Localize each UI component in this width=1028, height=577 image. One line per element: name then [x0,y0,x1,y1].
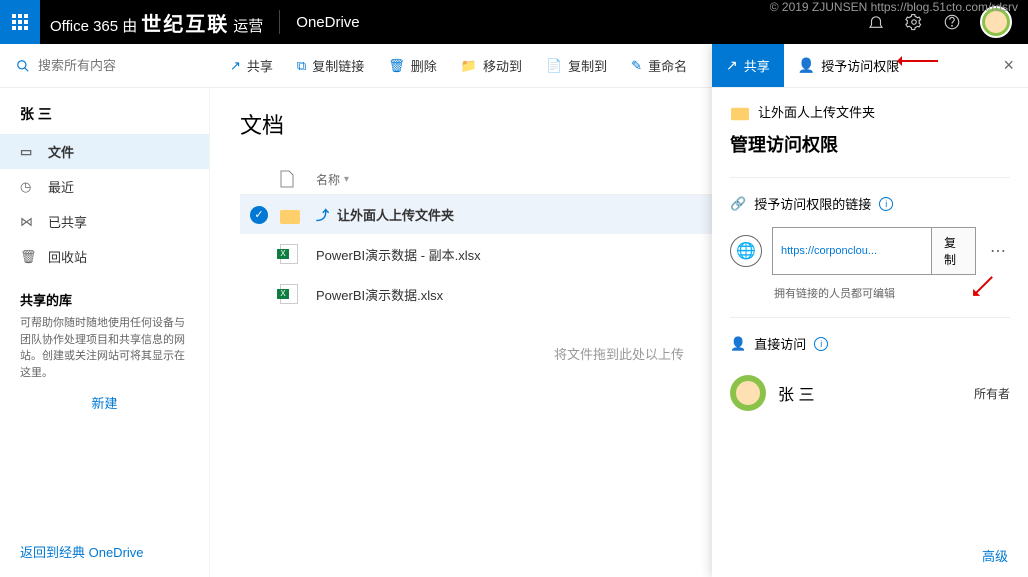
section-direct-access: 👤 直接访问 i 张 三 所有者 [730,317,1010,435]
folder-icon [280,210,300,224]
rename-button[interactable]: ✎ 重命名 [621,50,697,81]
folder-outline-icon: ▭ [20,144,36,160]
nav-shared[interactable]: ⋈ 已共享 [0,204,209,239]
section-links: 🔗 授予访问权限的链接 i 🌐 复制 ⋯ 拥有链接的人员都可编辑 [730,177,1010,317]
row-name: PowerBI演示数据 - 副本.xlsx [316,245,778,264]
nav-files[interactable]: ▭ 文件 [0,134,209,169]
delete-button[interactable]: 🗑 删除 [378,50,447,81]
person-icon: 👤 [730,336,746,352]
brand-area: Office 365 由 世纪互联 运营 [50,8,263,37]
nav-recycle[interactable]: 🗑 回收站 [0,239,209,274]
move-to-label: 移动到 [483,56,522,75]
shared-libs-desc: 可帮助你随时随地使用任何设备与团队协作处理项目和共享信息的网站。创建或关注网站可… [0,315,209,381]
move-icon: 📁 [461,58,477,74]
search-input[interactable] [38,58,194,73]
brand-operator: 世纪互联 [141,8,229,37]
notifications-icon[interactable] [866,12,886,32]
excel-icon [280,284,298,304]
share-icon: ↗ [230,58,241,74]
info-icon[interactable]: i [814,337,828,351]
help-icon[interactable] [942,12,962,32]
copy-link-label: 复制链接 [312,56,364,75]
annotation-arrow [898,60,938,62]
link-display: 复制 [772,227,976,275]
recycle-icon: 🗑 [20,249,36,265]
share-icon: ↗ [726,57,738,74]
search-icon [16,58,30,74]
details-panel: ↗ 共享 👤 授予访问权限 × 让外面人上传文件夹 管理访问权限 🔗 授予访问权限的… [712,44,1028,577]
shared-libs-title: 共享的库 [0,274,209,315]
panel-title: 管理访问权限 [730,131,1010,157]
nav-recent-label: 最近 [48,177,74,196]
left-nav: 张 三 ▭ 文件 ◷ 最近 ⋈ 已共享 🗑 回收站 共享的库 可帮助你随时随地使用任何设… [0,88,210,577]
panel-folder-label: 让外面人上传文件夹 [758,102,875,121]
share-label: 共享 [247,56,273,75]
tab-share-label: 共享 [744,56,770,75]
share-button[interactable]: ↗ 共享 [220,50,283,81]
section-direct-header: 👤 直接访问 i [730,334,1010,353]
globe-icon: 🌐 [730,235,762,267]
chevron-down-icon: ▾ [344,174,349,185]
trash-icon: 🗑 [388,58,405,74]
create-new-link[interactable]: 新建 [0,393,209,412]
person-role: 所有者 [974,385,1010,402]
excel-icon [280,244,298,264]
pencil-icon: ✎ [631,58,642,74]
settings-icon[interactable] [904,12,924,32]
move-to-button[interactable]: 📁 移动到 [451,50,532,81]
copy-link-button[interactable]: 复制 [931,228,975,274]
copy-to-button[interactable]: 📄 复制到 [536,50,617,81]
people-icon: ⋈ [20,214,36,230]
delete-label: 删除 [411,56,437,75]
link-icon: ⧉ [297,58,306,74]
copy-icon: 📄 [546,58,562,74]
person-key-icon: 👤 [798,57,815,74]
person-avatar [730,375,766,411]
folder-icon [731,107,749,120]
person-name: 张 三 [778,381,814,405]
row-name: 让外面人上传文件夹 [337,205,454,224]
tab-share[interactable]: ↗ 共享 [712,44,784,87]
section-links-header: 🔗 授予访问权限的链接 i [730,194,1010,213]
app-name[interactable]: OneDrive [296,14,359,31]
search-box[interactable] [0,58,210,74]
clock-icon: ◷ [20,179,36,195]
brand-prefix: Office 365 由 [50,15,137,36]
close-panel-button[interactable]: × [989,55,1028,76]
nav-recent[interactable]: ◷ 最近 [0,169,209,204]
divider [279,10,280,34]
panel-context-folder: 让外面人上传文件夹 [730,102,1010,121]
classic-onedrive-link[interactable]: 返回到经典 OneDrive [20,542,144,561]
panel-body: 让外面人上传文件夹 管理访问权限 🔗 授予访问权限的链接 i 🌐 复制 ⋯ 拥有… [712,88,1028,534]
nav-files-label: 文件 [48,142,74,161]
row-name: PowerBI演示数据.xlsx [316,285,778,304]
copy-link-button[interactable]: ⧉ 复制链接 [287,50,374,81]
section-direct-label: 直接访问 [754,334,806,353]
person-row: 张 三 所有者 [730,367,1010,419]
sharing-link-row: 🌐 复制 ⋯ [730,227,1010,275]
panel-tabs: ↗ 共享 👤 授予访问权限 × [712,44,1028,88]
advanced-link[interactable]: 高级 [712,534,1028,577]
link-more-icon[interactable]: ⋯ [986,241,1010,261]
new-indicator-icon: ⤴ [316,205,329,224]
info-icon[interactable]: i [879,197,893,211]
brand-suffix: 运营 [233,15,263,36]
col-name-label: 名称 [316,171,340,188]
nav-shared-label: 已共享 [48,212,87,231]
sharing-link-input[interactable] [773,228,931,274]
file-type-icon [280,170,316,188]
link-icon: 🔗 [730,196,746,212]
copy-to-label: 复制到 [568,56,607,75]
row-checkbox[interactable]: ✓ [250,206,268,224]
nav-user-name: 张 三 [0,100,209,134]
tab-grant-label: 授予访问权限 [821,56,899,75]
nav-recycle-label: 回收站 [48,247,87,266]
section-links-label: 授予访问权限的链接 [754,194,871,213]
watermark-text: © 2019 ZJUNSEN https://blog.51cto.com/rd… [770,0,1018,14]
rename-label: 重命名 [648,56,687,75]
waffle-icon [12,14,28,30]
app-launcher[interactable] [0,0,40,44]
